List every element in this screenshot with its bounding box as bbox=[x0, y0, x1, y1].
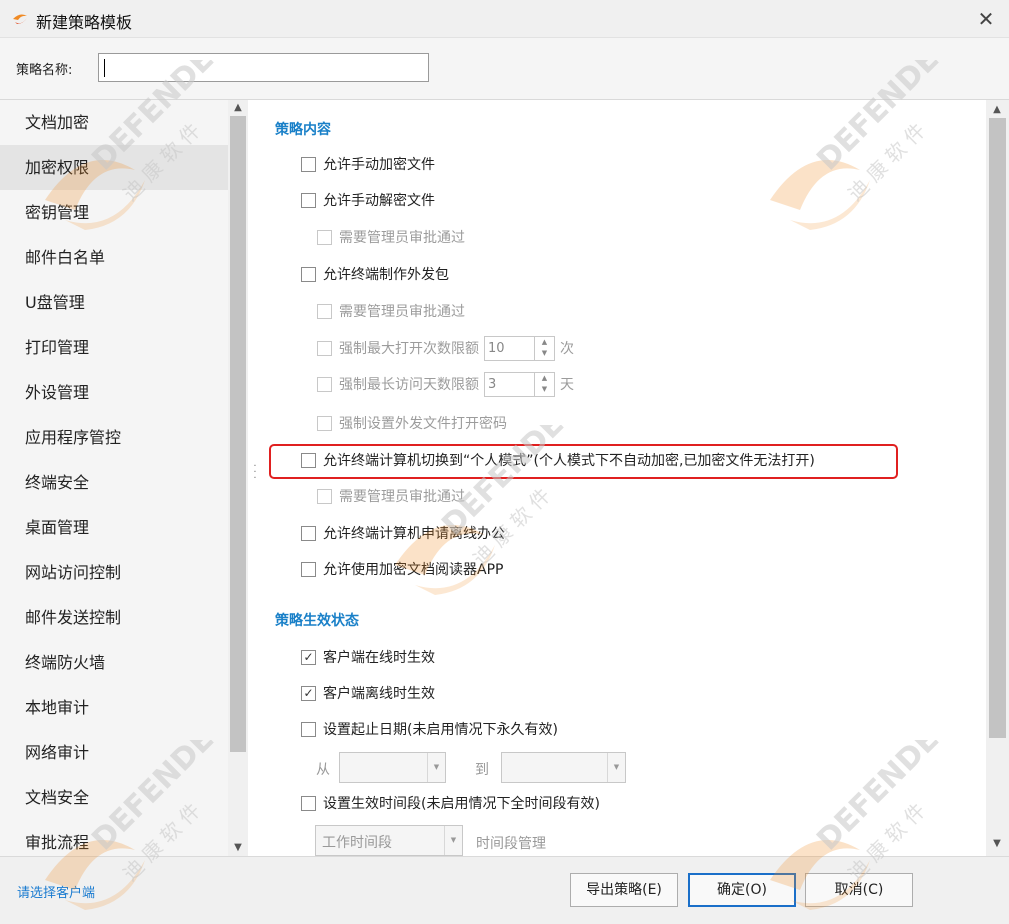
title-bar: 新建策略模板 ✕ bbox=[0, 0, 1009, 38]
window-title: 新建策略模板 bbox=[36, 13, 133, 32]
checkbox[interactable] bbox=[317, 229, 332, 245]
app-logo-icon bbox=[13, 14, 27, 24]
section-title-content: 策略内容 bbox=[275, 122, 331, 138]
dropdown-arrow-icon[interactable]: ▼ bbox=[444, 826, 462, 855]
max-days-stepper[interactable]: 3 ▲ ▼ bbox=[484, 371, 555, 397]
max-open-stepper[interactable]: 10 ▲ ▼ bbox=[484, 335, 555, 361]
option-manual-encrypt[interactable]: 允许手动加密文件 bbox=[301, 154, 435, 174]
policy-name-input[interactable] bbox=[98, 53, 429, 82]
option-manual-decrypt[interactable]: 允许手动解密文件 bbox=[301, 190, 435, 210]
stepper-down-icon[interactable]: ▼ bbox=[535, 384, 554, 396]
dropdown-arrow-icon[interactable]: ▼ bbox=[607, 753, 625, 782]
option-decrypt-admin-approve[interactable]: 需要管理员审批通过 bbox=[317, 227, 465, 247]
option-force-password[interactable]: 强制设置外发文件打开密码 bbox=[317, 413, 507, 433]
checkbox[interactable] bbox=[301, 525, 316, 541]
ok-button[interactable]: 确定(O) bbox=[688, 873, 796, 907]
max-days-unit: 天 bbox=[560, 377, 574, 393]
checkbox[interactable] bbox=[317, 340, 332, 356]
section-title-effective: 策略生效状态 bbox=[275, 613, 359, 629]
time-period-value: 工作时间段 bbox=[322, 835, 392, 851]
scroll-up-icon[interactable]: ▲ bbox=[987, 102, 1007, 118]
checkbox-checked[interactable]: ✓ bbox=[301, 685, 316, 701]
close-icon: ✕ bbox=[977, 7, 995, 31]
sidebar-item[interactable]: 桌面管理 bbox=[0, 505, 228, 550]
checkbox[interactable] bbox=[317, 303, 332, 319]
scroll-up-icon[interactable]: ▲ bbox=[228, 100, 248, 116]
sidebar-item[interactable]: 邮件白名单 bbox=[0, 235, 228, 280]
sidebar-item[interactable]: 网络审计 bbox=[0, 730, 228, 775]
cancel-button[interactable]: 取消(C) bbox=[805, 873, 913, 907]
stepper-up-icon[interactable]: ▲ bbox=[535, 373, 554, 385]
sidebar-item[interactable]: U盘管理 bbox=[0, 280, 228, 325]
stepper-up-icon[interactable]: ▲ bbox=[535, 337, 554, 349]
sidebar-item[interactable]: 加密权限 bbox=[0, 145, 228, 190]
sidebar-item[interactable]: 终端防火墙 bbox=[0, 640, 228, 685]
dropdown-arrow-icon[interactable]: ▼ bbox=[427, 753, 445, 782]
checkbox-checked[interactable]: ✓ bbox=[301, 649, 316, 665]
checkbox[interactable] bbox=[301, 795, 316, 811]
sidebar-item[interactable]: 网站访问控制 bbox=[0, 550, 228, 595]
sidebar-item[interactable]: 应用程序管控 bbox=[0, 415, 228, 460]
option-max-days[interactable]: 强制最长访问天数限额 3 ▲ ▼ 天 bbox=[317, 371, 574, 397]
end-date-picker[interactable]: ▼ bbox=[501, 752, 626, 783]
option-time-period[interactable]: 设置生效时间段(未启用情况下全时间段有效) bbox=[301, 793, 600, 813]
option-package-admin-approve[interactable]: 需要管理员审批通过 bbox=[317, 301, 465, 321]
select-client-link[interactable]: 请选择客户端 bbox=[17, 882, 95, 901]
max-open-unit: 次 bbox=[560, 341, 574, 357]
option-offline-office[interactable]: 允许终端计算机申请离线办公 bbox=[301, 523, 505, 543]
option-personal-admin-approve[interactable]: 需要管理员审批通过 bbox=[317, 486, 465, 506]
checkbox[interactable] bbox=[317, 415, 332, 431]
scroll-down-icon[interactable]: ▼ bbox=[987, 836, 1007, 852]
to-label: 到 bbox=[475, 762, 489, 778]
option-reader-app[interactable]: 允许使用加密文档阅读器APP bbox=[301, 559, 503, 579]
sidebar-item[interactable]: 文档安全 bbox=[0, 775, 228, 820]
option-max-open-count[interactable]: 强制最大打开次数限额 10 ▲ ▼ 次 bbox=[317, 335, 574, 361]
sidebar-item[interactable]: 本地审计 bbox=[0, 685, 228, 730]
option-offline-effective[interactable]: ✓ 客户端离线时生效 bbox=[301, 683, 435, 703]
export-policy-button[interactable]: 导出策略(E) bbox=[570, 873, 678, 907]
checkbox[interactable] bbox=[301, 192, 316, 208]
checkbox[interactable] bbox=[301, 156, 316, 172]
sidebar-item[interactable]: 打印管理 bbox=[0, 325, 228, 370]
checkbox[interactable] bbox=[301, 561, 316, 577]
content-scrollbar[interactable]: ▲ ▼ bbox=[986, 100, 1009, 856]
scroll-down-icon[interactable]: ▼ bbox=[228, 840, 248, 856]
checkbox[interactable] bbox=[317, 488, 332, 504]
sidebar-item[interactable]: 密钥管理 bbox=[0, 190, 228, 235]
highlight-box bbox=[269, 444, 898, 479]
sidebar-item[interactable]: 外设管理 bbox=[0, 370, 228, 415]
max-open-value[interactable]: 10 bbox=[485, 337, 534, 360]
policy-name-label: 策略名称: bbox=[16, 63, 73, 78]
checkbox[interactable] bbox=[301, 266, 316, 282]
close-button[interactable]: ✕ bbox=[963, 0, 1009, 38]
category-sidebar: 文档加密 加密权限 密钥管理 邮件白名单 U盘管理 打印管理 外设管理 应用程序管控 终端安全桌… bbox=[0, 100, 248, 856]
sidebar-item[interactable]: 文档加密 bbox=[0, 100, 228, 145]
sidebar-item[interactable]: 邮件发送控制 bbox=[0, 595, 228, 640]
option-outgoing-package[interactable]: 允许终端制作外发包 bbox=[301, 264, 449, 284]
dialog-footer: 请选择客户端 导出策略(E) 确定(O) 取消(C) bbox=[0, 856, 1009, 924]
checkbox[interactable] bbox=[301, 721, 316, 737]
sidebar-item[interactable]: 审批流程 bbox=[0, 820, 228, 856]
time-period-select[interactable]: 工作时间段 ▼ bbox=[315, 825, 463, 856]
from-label: 从 bbox=[316, 762, 330, 778]
max-days-value[interactable]: 3 bbox=[485, 373, 534, 396]
start-date-picker[interactable]: ▼ bbox=[339, 752, 446, 783]
text-caret bbox=[104, 59, 105, 77]
sidebar-item[interactable]: 终端安全 bbox=[0, 460, 228, 505]
time-period-manage-link[interactable]: 时间段管理 bbox=[476, 833, 546, 853]
checkbox[interactable] bbox=[317, 376, 332, 392]
content-scroll-thumb[interactable] bbox=[989, 118, 1006, 738]
sidebar-scroll-thumb[interactable] bbox=[230, 116, 246, 752]
sidebar-scrollbar[interactable]: ▲ ▼ bbox=[228, 100, 248, 856]
stepper-down-icon[interactable]: ▼ bbox=[535, 348, 554, 360]
policy-name-bar: 策略名称: bbox=[0, 38, 1009, 100]
option-date-range[interactable]: 设置起止日期(未启用情况下永久有效) bbox=[301, 719, 558, 739]
option-online-effective[interactable]: ✓ 客户端在线时生效 bbox=[301, 647, 435, 667]
